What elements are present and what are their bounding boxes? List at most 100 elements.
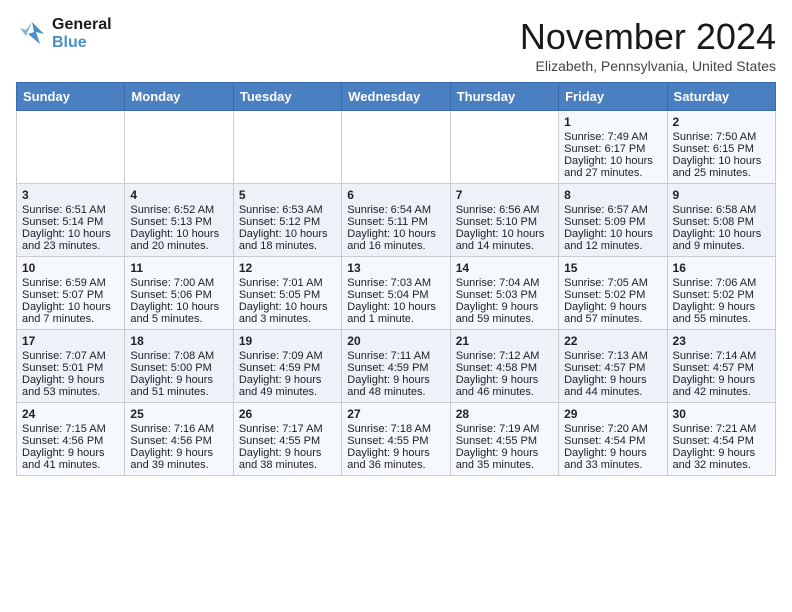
calendar-week-row: 3 Sunrise: 6:51 AMSunset: 5:14 PM Daylight… bbox=[17, 184, 776, 257]
day-info: Sunrise: 7:06 AM bbox=[673, 277, 770, 289]
day-number: 1 bbox=[564, 115, 661, 129]
calendar-cell: 28Sunrise: 7:19 AMSunset: 4:55 PMDayligh… bbox=[450, 403, 558, 476]
calendar-cell: 14Sunrise: 7:04 AMSunset: 5:03 PMDayligh… bbox=[450, 257, 558, 330]
weekday-header: Monday bbox=[125, 83, 233, 111]
day-info: Sunrise: 6:54 AM bbox=[347, 204, 444, 216]
day-info: Sunset: 4:59 PM bbox=[347, 362, 444, 374]
day-info: Daylight: 9 hours and 39 minutes. bbox=[130, 447, 227, 471]
day-info: Sunset: 5:10 PM bbox=[456, 216, 553, 228]
day-number: 28 bbox=[456, 407, 553, 421]
day-info: Sunset: 5:00 PM bbox=[130, 362, 227, 374]
day-number: 23 bbox=[673, 334, 770, 348]
calendar-cell: 16Sunrise: 7:06 AMSunset: 5:02 PMDayligh… bbox=[667, 257, 775, 330]
day-info: Daylight: 10 hours and 12 minutes. bbox=[564, 228, 661, 252]
day-info: Daylight: 9 hours and 35 minutes. bbox=[456, 447, 553, 471]
day-number: 15 bbox=[564, 261, 661, 275]
day-number: 12 bbox=[239, 261, 336, 275]
day-info: Sunrise: 7:09 AM bbox=[239, 350, 336, 362]
day-info: Sunrise: 6:56 AM bbox=[456, 204, 553, 216]
day-info: Daylight: 10 hours and 20 minutes. bbox=[130, 228, 227, 252]
calendar-cell: 6Sunrise: 6:54 AMSunset: 5:11 PMDaylight… bbox=[342, 184, 450, 257]
calendar-cell bbox=[233, 111, 341, 184]
day-info: Daylight: 9 hours and 46 minutes. bbox=[456, 374, 553, 398]
day-info: Daylight: 10 hours and 25 minutes. bbox=[673, 155, 770, 179]
day-info: Sunset: 4:58 PM bbox=[456, 362, 553, 374]
calendar-cell bbox=[450, 111, 558, 184]
day-info: Sunrise: 6:51 AM bbox=[22, 204, 119, 216]
day-info: Sunset: 5:02 PM bbox=[564, 289, 661, 301]
logo-text: General Blue bbox=[52, 16, 112, 52]
day-info: Sunset: 5:14 PM bbox=[22, 216, 119, 228]
day-info: Sunset: 4:56 PM bbox=[22, 435, 119, 447]
day-info: Daylight: 10 hours and 1 minute. bbox=[347, 301, 444, 325]
day-info: Sunset: 4:54 PM bbox=[673, 435, 770, 447]
day-info: Daylight: 10 hours and 9 minutes. bbox=[673, 228, 770, 252]
day-info: Daylight: 9 hours and 42 minutes. bbox=[673, 374, 770, 398]
calendar-cell: 30Sunrise: 7:21 AMSunset: 4:54 PMDayligh… bbox=[667, 403, 775, 476]
day-number: 19 bbox=[239, 334, 336, 348]
day-info: Sunset: 5:05 PM bbox=[239, 289, 336, 301]
day-info: Sunrise: 7:16 AM bbox=[130, 423, 227, 435]
day-number: 3 bbox=[22, 188, 119, 202]
day-info: Sunrise: 7:12 AM bbox=[456, 350, 553, 362]
calendar-cell: 9Sunrise: 6:58 AMSunset: 5:08 PMDaylight… bbox=[667, 184, 775, 257]
day-info: Sunset: 4:59 PM bbox=[239, 362, 336, 374]
day-number: 26 bbox=[239, 407, 336, 421]
calendar-cell bbox=[17, 111, 125, 184]
day-info: Sunrise: 7:49 AM bbox=[564, 131, 661, 143]
calendar-cell: 23Sunrise: 7:14 AMSunset: 4:57 PMDayligh… bbox=[667, 330, 775, 403]
day-info: Daylight: 9 hours and 33 minutes. bbox=[564, 447, 661, 471]
day-info: Sunrise: 7:00 AM bbox=[130, 277, 227, 289]
day-info: Sunrise: 7:13 AM bbox=[564, 350, 661, 362]
calendar-cell: 27Sunrise: 7:18 AMSunset: 4:55 PMDayligh… bbox=[342, 403, 450, 476]
calendar-cell: 17Sunrise: 7:07 AMSunset: 5:01 PMDayligh… bbox=[17, 330, 125, 403]
title-area: November 2024 Elizabeth, Pennsylvania, U… bbox=[520, 16, 776, 74]
day-info: Sunset: 5:06 PM bbox=[130, 289, 227, 301]
calendar-cell: 25Sunrise: 7:16 AMSunset: 4:56 PMDayligh… bbox=[125, 403, 233, 476]
day-info: Sunset: 6:15 PM bbox=[673, 143, 770, 155]
day-info: Sunset: 5:02 PM bbox=[673, 289, 770, 301]
calendar-cell: 13Sunrise: 7:03 AMSunset: 5:04 PMDayligh… bbox=[342, 257, 450, 330]
calendar-cell: 15Sunrise: 7:05 AMSunset: 5:02 PMDayligh… bbox=[559, 257, 667, 330]
day-info: Sunrise: 6:58 AM bbox=[673, 204, 770, 216]
weekday-header-row: SundayMondayTuesdayWednesdayThursdayFrid… bbox=[17, 83, 776, 111]
day-info: Sunset: 5:07 PM bbox=[22, 289, 119, 301]
day-info: Sunset: 5:04 PM bbox=[347, 289, 444, 301]
day-info: Sunset: 6:17 PM bbox=[564, 143, 661, 155]
calendar-cell: 8 Sunrise: 6:57 AMSunset: 5:09 PMDaylight… bbox=[559, 184, 667, 257]
day-info: Sunset: 4:55 PM bbox=[347, 435, 444, 447]
day-number: 7 bbox=[456, 188, 553, 202]
day-number: 29 bbox=[564, 407, 661, 421]
weekday-header: Wednesday bbox=[342, 83, 450, 111]
day-info: Sunrise: 7:03 AM bbox=[347, 277, 444, 289]
day-info: Sunrise: 7:14 AM bbox=[673, 350, 770, 362]
day-number: 11 bbox=[130, 261, 227, 275]
day-info: Sunset: 5:09 PM bbox=[564, 216, 661, 228]
day-info: Sunrise: 6:57 AM bbox=[564, 204, 661, 216]
weekday-header: Friday bbox=[559, 83, 667, 111]
day-number: 8 bbox=[564, 188, 661, 202]
day-info: Daylight: 9 hours and 57 minutes. bbox=[564, 301, 661, 325]
day-info: Sunset: 4:55 PM bbox=[239, 435, 336, 447]
day-info: Sunset: 5:08 PM bbox=[673, 216, 770, 228]
day-info: Daylight: 9 hours and 32 minutes. bbox=[673, 447, 770, 471]
calendar-cell: 29Sunrise: 7:20 AMSunset: 4:54 PMDayligh… bbox=[559, 403, 667, 476]
calendar-cell: 12Sunrise: 7:01 AMSunset: 5:05 PMDayligh… bbox=[233, 257, 341, 330]
location: Elizabeth, Pennsylvania, United States bbox=[520, 58, 776, 74]
day-number: 20 bbox=[347, 334, 444, 348]
calendar-cell: 20Sunrise: 7:11 AMSunset: 4:59 PMDayligh… bbox=[342, 330, 450, 403]
day-info: Sunrise: 7:20 AM bbox=[564, 423, 661, 435]
calendar-week-row: 17Sunrise: 7:07 AMSunset: 5:01 PMDayligh… bbox=[17, 330, 776, 403]
month-title: November 2024 bbox=[520, 16, 776, 58]
day-number: 18 bbox=[130, 334, 227, 348]
day-info: Sunrise: 7:08 AM bbox=[130, 350, 227, 362]
day-number: 22 bbox=[564, 334, 661, 348]
day-number: 10 bbox=[22, 261, 119, 275]
day-info: Daylight: 10 hours and 5 minutes. bbox=[130, 301, 227, 325]
day-number: 5 bbox=[239, 188, 336, 202]
day-info: Daylight: 9 hours and 59 minutes. bbox=[456, 301, 553, 325]
calendar-week-row: 10Sunrise: 6:59 AMSunset: 5:07 PMDayligh… bbox=[17, 257, 776, 330]
day-number: 25 bbox=[130, 407, 227, 421]
calendar-cell: 10Sunrise: 6:59 AMSunset: 5:07 PMDayligh… bbox=[17, 257, 125, 330]
weekday-header: Saturday bbox=[667, 83, 775, 111]
